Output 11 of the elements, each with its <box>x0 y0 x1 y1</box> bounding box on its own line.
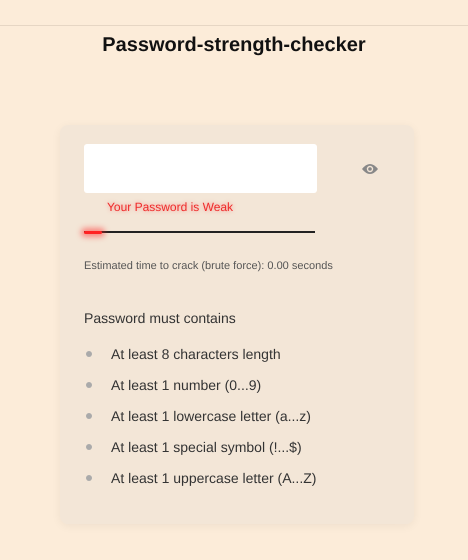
strength-message: Your Password is Weak <box>107 200 234 214</box>
crack-time-text: Estimated time to crack (brute force): 0.00 seconds <box>84 260 334 272</box>
requirement-text: At least 1 uppercase letter (A...Z) <box>111 470 316 486</box>
password-field[interactable] <box>84 144 317 193</box>
requirement-text: At least 1 special symbol (!...$) <box>111 438 302 454</box>
page-title: Password-strength-checker <box>101 34 367 57</box>
requirement-text: At least 8 characters length <box>111 346 281 362</box>
requirement-text: At least 1 number (0...9) <box>111 376 262 392</box>
requirement-text: At least 1 lowercase letter (a...z) <box>111 408 311 424</box>
requirements-heading: Password must contains <box>84 310 237 326</box>
eye-icon[interactable] <box>361 162 379 176</box>
